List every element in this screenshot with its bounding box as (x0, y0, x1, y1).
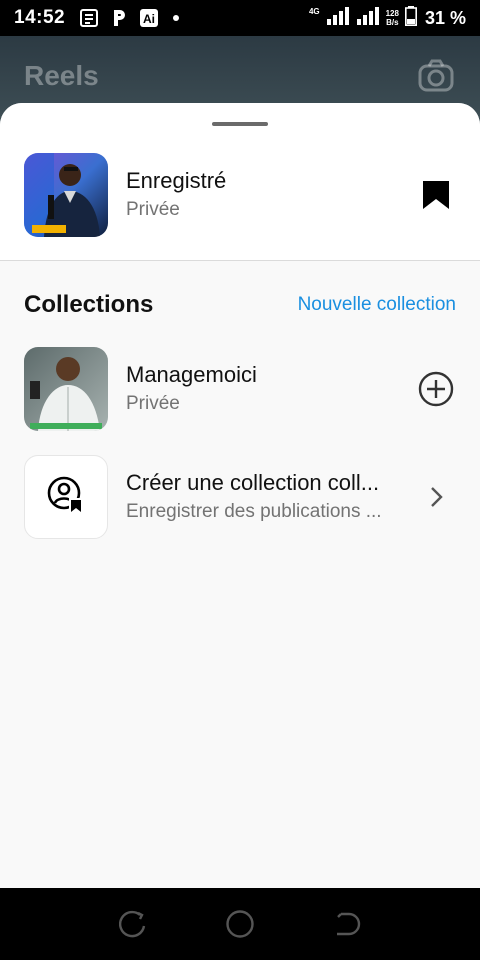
collection-title: Managemoici (126, 362, 257, 387)
collections-title: Collections (24, 291, 154, 318)
drag-handle[interactable] (212, 122, 268, 126)
back-icon[interactable] (330, 907, 364, 941)
signal-icon-2 (356, 6, 380, 30)
speed-unit: B/s (386, 18, 399, 27)
network-speed: 128 B/s (386, 9, 399, 27)
battery-percent: 31 % (424, 7, 466, 28)
collection-subtitle: Privée (126, 393, 180, 414)
saved-row[interactable]: Enregistré Privée (24, 153, 456, 237)
status-system-icons: 4G 128 B/s 31 % (308, 5, 466, 31)
create-collab-collection-row[interactable]: Créer une collection coll... Enregistrer… (24, 455, 456, 539)
status-notification-icons: Ai (79, 8, 180, 28)
save-bottom-sheet: Enregistré Privée Collections Nouvelle c… (0, 103, 480, 888)
reels-title: Reels (24, 60, 99, 91)
collection-thumbnail (24, 347, 108, 431)
network-type: 4G (308, 6, 320, 16)
p-icon (109, 8, 129, 28)
status-bar: 14:52 Ai 4G 128 B/s 31 % (0, 0, 480, 36)
status-time: 14:52 (14, 7, 66, 28)
add-circle-icon[interactable] (416, 369, 456, 409)
notes-icon (79, 8, 99, 28)
collection-text: Managemoici Privée (126, 361, 416, 417)
create-collab-title: Créer une collection coll... (126, 470, 380, 495)
bookmark-icon[interactable] (416, 175, 456, 215)
collection-row[interactable]: Managemoici Privée (24, 347, 456, 431)
chevron-right-icon[interactable] (416, 477, 456, 517)
saved-thumbnail (24, 153, 108, 237)
battery-icon (404, 5, 417, 31)
create-collab-text: Créer une collection coll... Enregistrer… (126, 469, 416, 525)
svg-text:Ai: Ai (143, 12, 155, 26)
more-notifications-dot (173, 15, 180, 21)
collab-collection-icon (47, 476, 85, 519)
saved-subtitle: Privée (126, 199, 180, 220)
signal-icon (326, 6, 350, 30)
saved-text: Enregistré Privée (126, 167, 416, 223)
recents-icon[interactable] (116, 907, 150, 941)
new-collection-link[interactable]: Nouvelle collection (298, 294, 456, 316)
speed-value: 128 (385, 9, 399, 18)
home-icon[interactable] (223, 907, 257, 941)
saved-title: Enregistré (126, 168, 227, 193)
collections-header: Collections Nouvelle collection (24, 291, 456, 319)
ai-icon: Ai (139, 8, 159, 28)
camera-icon (418, 58, 454, 94)
saved-section: Enregistré Privée (0, 103, 480, 261)
create-collab-subtitle: Enregistrer des publications ... (126, 501, 382, 522)
collab-collection-icon-box (24, 455, 108, 539)
system-nav-bar (0, 888, 480, 960)
